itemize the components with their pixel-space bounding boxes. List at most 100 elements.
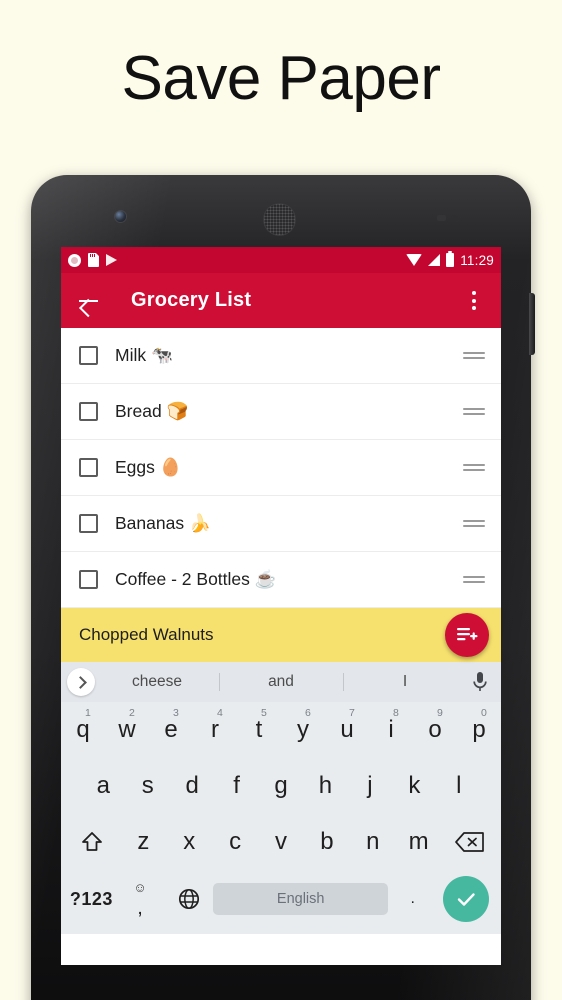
- key-k[interactable]: k: [392, 758, 436, 814]
- overflow-menu-icon[interactable]: [463, 289, 485, 313]
- key-i[interactable]: 8i: [369, 702, 413, 758]
- list-item-label: Coffee - 2 Bottles ☕: [115, 569, 277, 589]
- period-key[interactable]: .: [388, 870, 437, 928]
- drag-handle-icon[interactable]: [463, 406, 485, 418]
- item-checkbox[interactable]: [79, 514, 98, 533]
- list-item-label: Bread 🍞: [115, 401, 189, 421]
- key-x[interactable]: x: [166, 814, 212, 870]
- key-v[interactable]: v: [258, 814, 304, 870]
- new-item-input-row[interactable]: Chopped Walnuts: [61, 608, 501, 662]
- suggestion-chip[interactable]: and: [219, 673, 343, 691]
- drag-handle-icon[interactable]: [463, 462, 485, 474]
- status-bar: 11:29: [61, 247, 501, 273]
- add-item-fab[interactable]: [445, 613, 489, 657]
- key-t[interactable]: 5t: [237, 702, 281, 758]
- sd-card-icon: [88, 253, 99, 267]
- symbols-key[interactable]: ?123: [67, 870, 116, 928]
- key-l[interactable]: l: [437, 758, 481, 814]
- status-bar-clock: 11:29: [460, 252, 494, 268]
- key-q[interactable]: 1q: [61, 702, 105, 758]
- suggestion-chip[interactable]: cheese: [95, 673, 219, 691]
- key-n[interactable]: n: [350, 814, 396, 870]
- key-label: e: [164, 716, 178, 743]
- key-f[interactable]: f: [214, 758, 258, 814]
- key-z[interactable]: z: [120, 814, 166, 870]
- keyboard-row-2: a s d f g h j k l: [61, 758, 501, 814]
- keyboard-row-1: 1q 2w 3e 4r 5t 6y 7u 8i 9o 0p: [61, 702, 501, 758]
- check-icon: [457, 893, 475, 906]
- suggestion-bar: cheese and I: [61, 662, 501, 702]
- list-item[interactable]: Milk 🐄: [61, 328, 501, 384]
- key-b[interactable]: b: [304, 814, 350, 870]
- new-item-input[interactable]: Chopped Walnuts: [79, 625, 214, 645]
- list-item[interactable]: Bananas 🍌: [61, 496, 501, 552]
- device-top-bezel: [31, 175, 531, 247]
- emoji-icon: ☺: [133, 880, 147, 895]
- key-label: o: [428, 716, 442, 743]
- record-icon: [68, 253, 81, 267]
- page-title: Save Paper: [121, 44, 442, 113]
- proximity-sensor-icon: [437, 215, 473, 223]
- app-bar: Grocery List: [61, 273, 501, 328]
- key-d[interactable]: d: [170, 758, 214, 814]
- item-checkbox[interactable]: [79, 458, 98, 477]
- item-checkbox[interactable]: [79, 346, 98, 365]
- key-c[interactable]: c: [212, 814, 258, 870]
- key-num: 5: [261, 707, 267, 719]
- shift-icon[interactable]: [63, 814, 120, 870]
- drag-handle-icon[interactable]: [463, 574, 485, 586]
- key-j[interactable]: j: [348, 758, 392, 814]
- emoji-comma-key[interactable]: ☺ ,: [116, 870, 165, 928]
- key-r[interactable]: 4r: [193, 702, 237, 758]
- list-item-label: Bananas 🍌: [115, 513, 211, 533]
- phone-screen: 11:29 Grocery List Milk 🐄 Bread 🍞 Eggs 🥚…: [61, 247, 501, 965]
- key-e[interactable]: 3e: [149, 702, 193, 758]
- list-item[interactable]: Eggs 🥚: [61, 440, 501, 496]
- drag-handle-icon[interactable]: [463, 350, 485, 362]
- key-num: 7: [349, 707, 355, 719]
- keyboard-row-3: z x c v b n m: [61, 814, 501, 870]
- keyboard-row-4: ?123 ☺ , English .: [61, 870, 501, 928]
- key-p[interactable]: 0p: [457, 702, 501, 758]
- key-num: 3: [173, 707, 179, 719]
- microphone-icon[interactable]: [467, 669, 493, 695]
- chevron-right-icon[interactable]: [67, 668, 95, 696]
- key-g[interactable]: g: [259, 758, 303, 814]
- enter-check-button[interactable]: [443, 876, 490, 922]
- key-a[interactable]: a: [81, 758, 125, 814]
- key-label: y: [297, 716, 309, 743]
- list-item[interactable]: Coffee - 2 Bottles ☕: [61, 552, 501, 608]
- key-num: 4: [217, 707, 223, 719]
- key-u[interactable]: 7u: [325, 702, 369, 758]
- key-s[interactable]: s: [125, 758, 169, 814]
- screenshot-root: Save Paper 11:29 Grocery List Milk 🐄 Bre…: [0, 0, 562, 1000]
- spacebar[interactable]: English: [213, 883, 389, 915]
- item-checkbox[interactable]: [79, 402, 98, 421]
- item-checkbox[interactable]: [79, 570, 98, 589]
- suggestion-chip[interactable]: I: [343, 673, 467, 691]
- battery-icon: [446, 251, 455, 267]
- on-screen-keyboard: cheese and I 1q 2w 3e 4r 5 t 6 y 7 u 8 i…: [61, 662, 501, 934]
- key-h[interactable]: h: [303, 758, 347, 814]
- key-m[interactable]: m: [396, 814, 442, 870]
- backspace-icon[interactable]: [442, 814, 499, 870]
- key-label: w: [118, 716, 136, 743]
- key-o[interactable]: 9o: [413, 702, 457, 758]
- status-bar-right-icons: 11:29: [406, 251, 494, 268]
- key-num: 6: [305, 707, 311, 719]
- key-y[interactable]: 6y: [281, 702, 325, 758]
- key-num: 0: [481, 707, 487, 719]
- key-num: 2: [129, 707, 135, 719]
- app-bar-title: Grocery List: [131, 289, 252, 311]
- back-arrow-icon[interactable]: [77, 289, 101, 313]
- list-item-label: Milk 🐄: [115, 345, 173, 365]
- grocery-list: Milk 🐄 Bread 🍞 Eggs 🥚 Bananas 🍌 Coffee -…: [61, 328, 501, 608]
- list-item[interactable]: Bread 🍞: [61, 384, 501, 440]
- key-label: r: [211, 716, 219, 743]
- key-num: 1: [85, 707, 91, 719]
- comma-label: ,: [137, 897, 143, 919]
- key-w[interactable]: 2w: [105, 702, 149, 758]
- power-button[interactable]: [529, 293, 535, 355]
- drag-handle-icon[interactable]: [463, 518, 485, 530]
- language-globe-icon[interactable]: [164, 870, 213, 928]
